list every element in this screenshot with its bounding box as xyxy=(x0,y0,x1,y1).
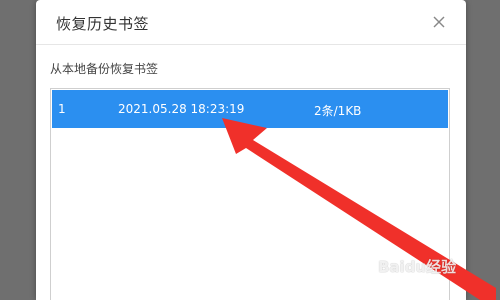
restore-bookmarks-dialog: 恢复历史书签 从本地备份恢复书签 1 2021.05.28 18:23:19 2… xyxy=(36,0,466,300)
backup-index: 1 xyxy=(58,102,66,116)
backup-row[interactable]: 1 2021.05.28 18:23:19 2条/1KB xyxy=(52,90,448,128)
backdrop-left xyxy=(0,0,36,300)
backup-datetime: 2021.05.28 18:23:19 xyxy=(118,102,245,116)
backup-size: 2条/1KB xyxy=(314,104,362,118)
dialog-title: 恢复历史书签 xyxy=(56,15,150,33)
close-icon[interactable] xyxy=(431,14,447,30)
restore-source-label: 从本地备份恢复书签 xyxy=(50,62,159,76)
dialog-title-bar: 恢复历史书签 xyxy=(36,0,466,45)
watermark-logo: Baidu经验 xyxy=(378,258,457,276)
backdrop-right xyxy=(466,0,500,300)
